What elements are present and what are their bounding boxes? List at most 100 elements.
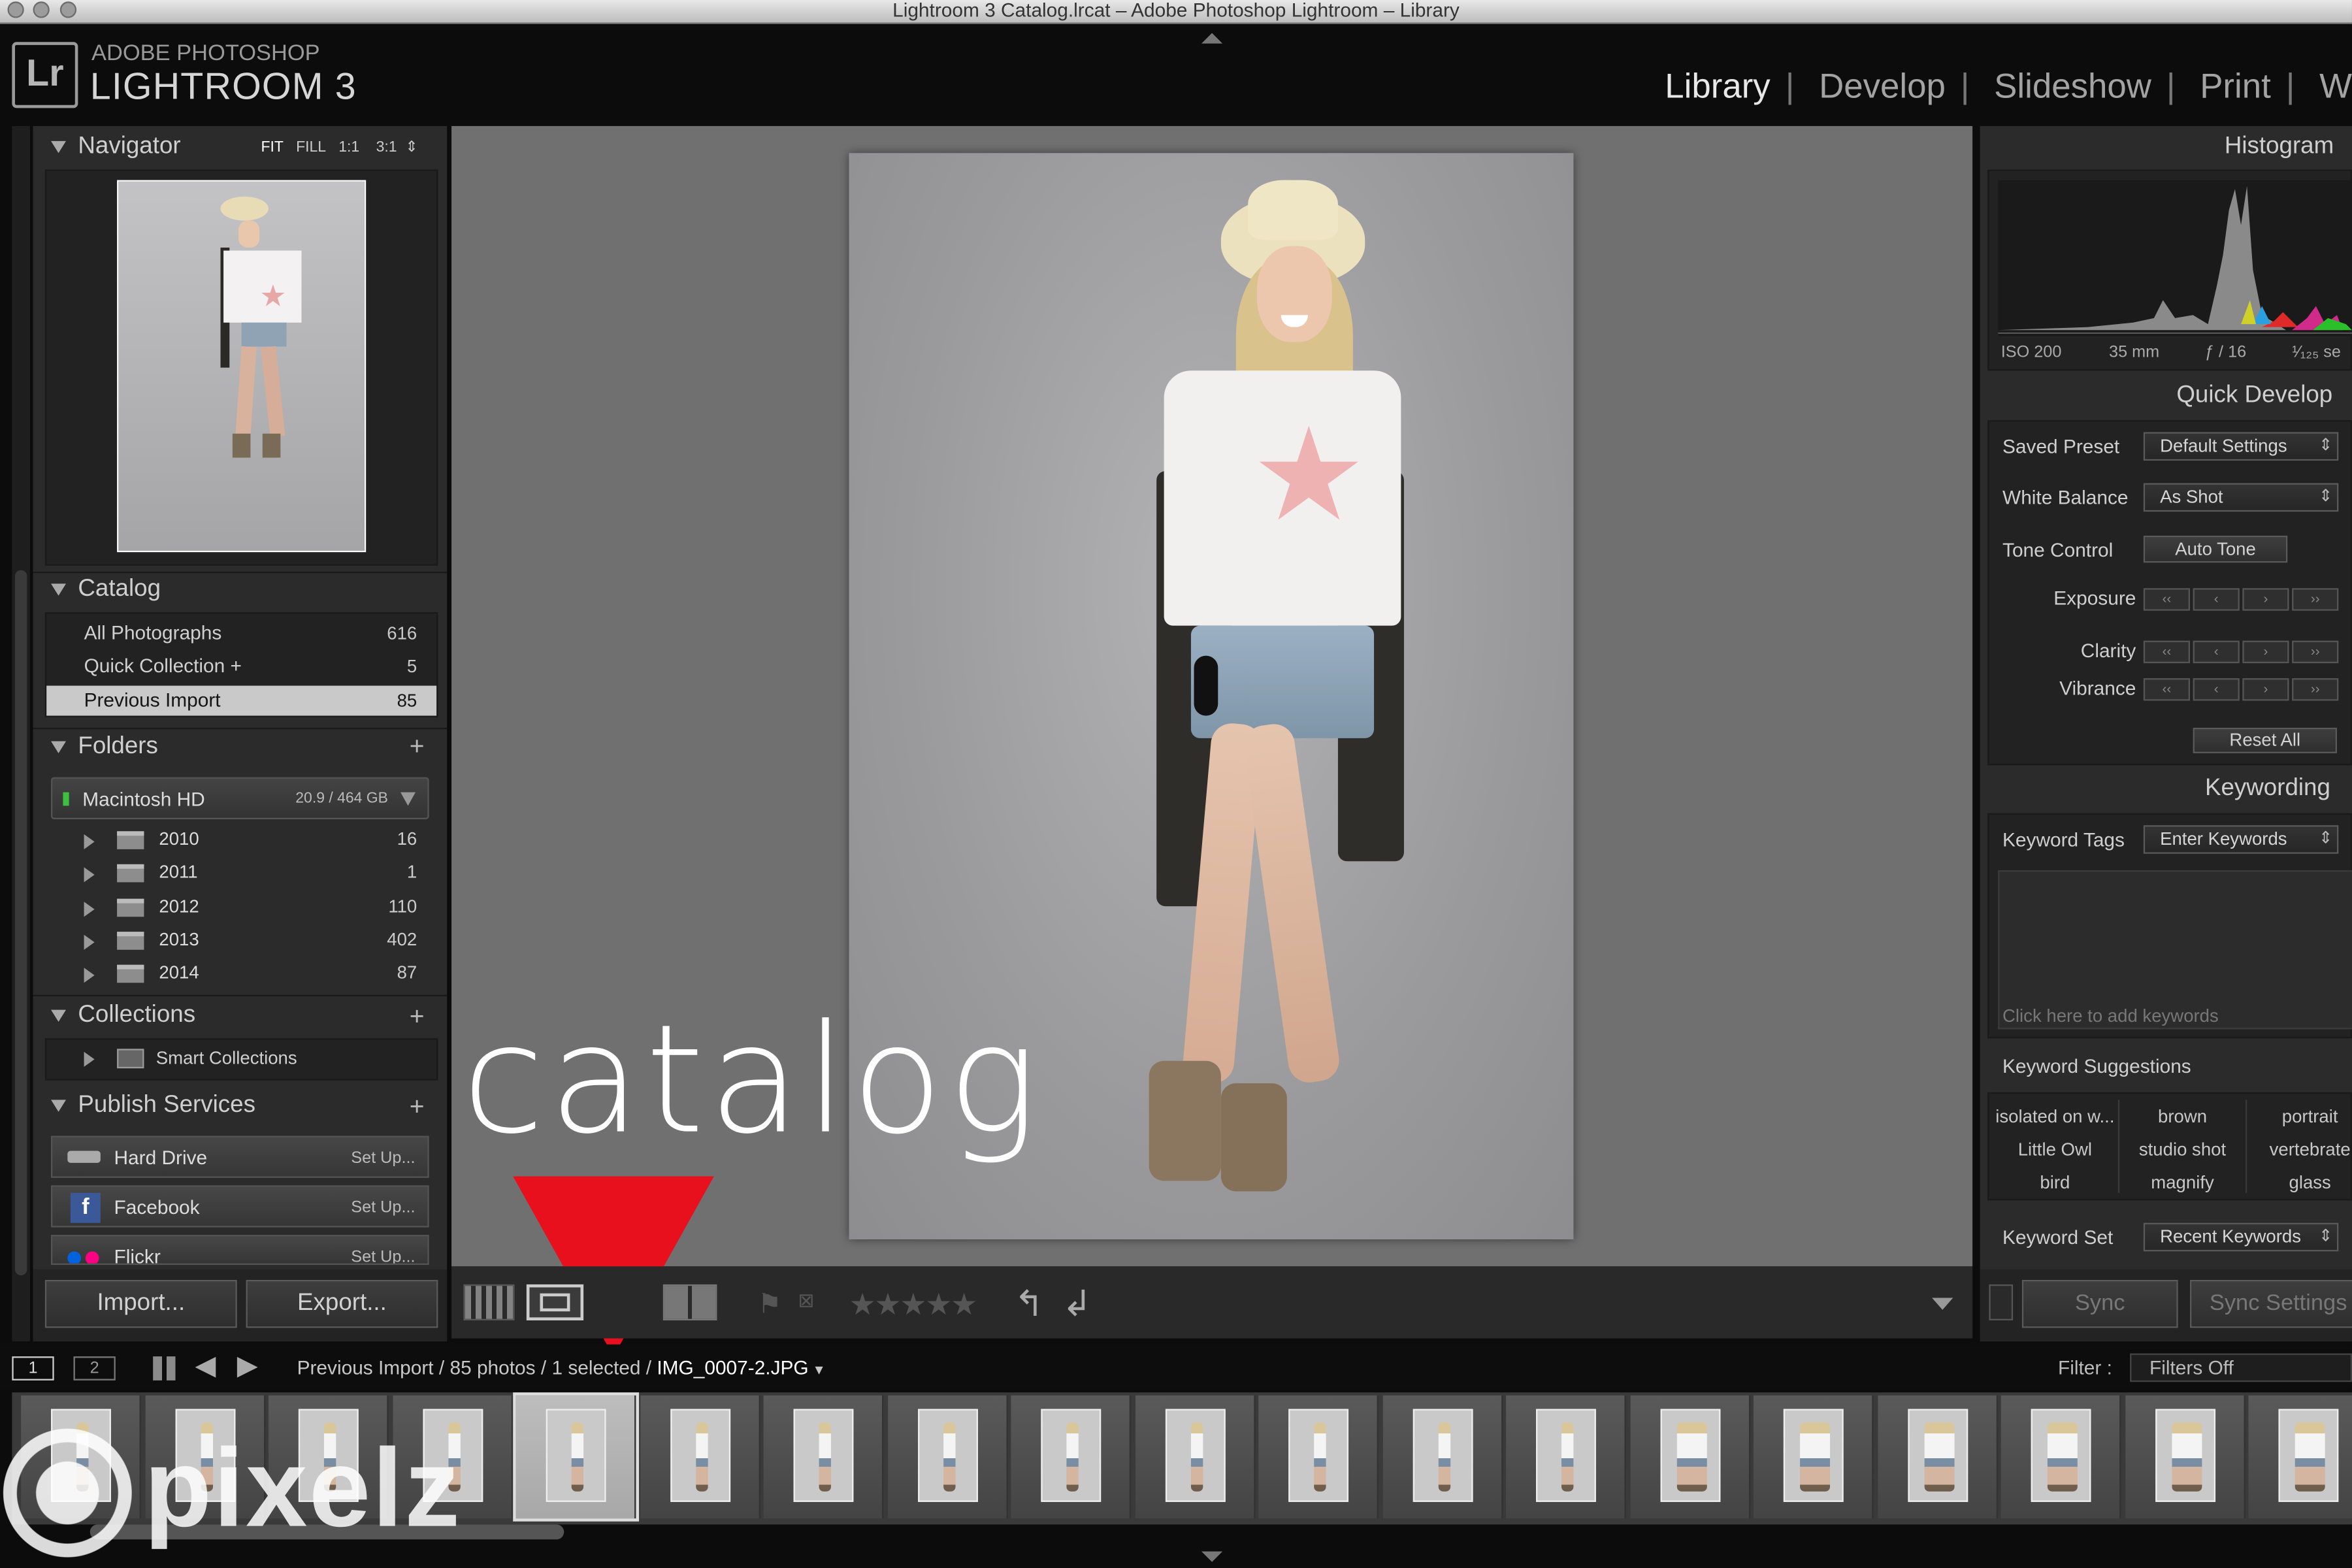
setup-link[interactable]: Set Up...	[351, 1149, 415, 1168]
filmstrip-thumbnail[interactable]	[1258, 1395, 1379, 1519]
zoom-stepper-icon[interactable]: ⇕	[405, 140, 417, 156]
filmstrip-thumbnail[interactable]	[2248, 1395, 2352, 1519]
catalog-header[interactable]: Catalog	[51, 576, 161, 603]
grid-view-icon[interactable]	[463, 1284, 515, 1321]
add-collection-icon[interactable]: +	[410, 1002, 425, 1032]
left-panel-scrollbar[interactable]	[14, 570, 27, 1276]
filmstrip-thumbnail[interactable]	[513, 1392, 640, 1522]
star-rating[interactable]: ★★★★★	[849, 1286, 977, 1323]
volume-menu-icon[interactable]	[400, 792, 416, 806]
setup-link[interactable]: Set Up...	[351, 1199, 415, 1217]
folder-row[interactable]: 2013 402	[45, 927, 438, 957]
filmstrip-thumbnail[interactable]	[2001, 1395, 2121, 1519]
collection-item-smart-collections[interactable]: Smart Collections	[156, 1047, 297, 1068]
expand-icon[interactable]	[84, 868, 95, 883]
sync-settings-button[interactable]: Sync Settings	[2190, 1279, 2352, 1328]
previous-arrow-icon[interactable]: ◀	[195, 1350, 216, 1382]
keyword-suggestion[interactable]: magnify	[2119, 1172, 2246, 1193]
top-panel-toggle-icon[interactable]	[1201, 33, 1223, 44]
import-button[interactable]: Import...	[44, 1279, 237, 1328]
folder-row[interactable]: 2011 1	[45, 860, 438, 890]
filter-select[interactable]: Filters Off	[2130, 1353, 2352, 1382]
filmstrip-thumbnail[interactable]	[2125, 1395, 2245, 1519]
keyword-entry-placeholder[interactable]: Click here to add keywords	[2002, 1005, 2219, 1026]
export-button[interactable]: Export...	[246, 1279, 438, 1328]
keyword-suggestion[interactable]: vertebrate	[2247, 1139, 2352, 1160]
filmstrip-thumbnail[interactable]	[1011, 1395, 1132, 1519]
filmstrip-thumbnail[interactable]	[1753, 1395, 1874, 1519]
keyword-suggestion[interactable]: brown	[2119, 1106, 2246, 1127]
keyword-suggestion[interactable]: bird	[1992, 1172, 2118, 1193]
filmstrip-thumbnail[interactable]	[1382, 1395, 1503, 1519]
filmstrip-thumbnail[interactable]	[887, 1395, 1007, 1519]
toolbar-menu-icon[interactable]	[1932, 1298, 1953, 1310]
filmstrip-thumbnail[interactable]	[1506, 1395, 1626, 1519]
expand-icon[interactable]	[84, 934, 95, 950]
publish-hard-drive[interactable]: Hard Drive Set Up...	[51, 1135, 429, 1178]
folder-row[interactable]: 2010 16	[45, 826, 438, 857]
saved-preset-select[interactable]: Default Settings	[2143, 432, 2339, 461]
breadcrumb-menu-icon[interactable]: ▼	[809, 1362, 825, 1377]
publish-flickr[interactable]: Flickr Set Up...	[51, 1235, 429, 1266]
zoom-1-1[interactable]: 1:1	[338, 140, 359, 156]
folders-header[interactable]: Folders	[51, 734, 158, 760]
keyword-tags-select[interactable]: Enter Keywords	[2143, 825, 2339, 854]
zoom-fill[interactable]: FILL	[296, 140, 326, 156]
module-web[interactable]: W	[2319, 66, 2352, 105]
zoom-3-1[interactable]: 3:1	[376, 140, 397, 156]
filmstrip-thumbnail[interactable]	[763, 1395, 884, 1519]
navigator-header[interactable]: Navigator	[51, 133, 181, 160]
navigator-preview[interactable]: ★	[44, 169, 438, 566]
auto-tone-button[interactable]: Auto Tone	[2143, 535, 2288, 563]
reset-all-button[interactable]: Reset All	[2193, 727, 2338, 753]
module-slideshow[interactable]: Slideshow	[1994, 66, 2151, 105]
publish-services-header[interactable]: Publish Services	[51, 1092, 255, 1119]
filmstrip-breadcrumb[interactable]: Previous Import / 85 photos / 1 selected…	[297, 1356, 826, 1379]
add-folder-icon[interactable]: +	[410, 732, 425, 762]
module-print[interactable]: Print	[2200, 66, 2271, 105]
keywording-title[interactable]: Keywording	[2205, 776, 2330, 802]
filmstrip-thumbnail[interactable]	[1877, 1395, 1997, 1519]
rotate-right-icon[interactable]: ↲	[1062, 1283, 1092, 1327]
volume-bar[interactable]: Macintosh HD 20.9 / 464 GB	[51, 777, 429, 819]
expand-icon[interactable]	[84, 834, 95, 849]
flag-icon[interactable]: ⚑	[757, 1289, 781, 1320]
keyword-set-select[interactable]: Recent Keywords	[2143, 1222, 2339, 1252]
loupe-view-icon[interactable]	[526, 1284, 584, 1321]
histogram-title[interactable]: Histogram	[2225, 133, 2334, 160]
setup-link[interactable]: Set Up...	[351, 1249, 415, 1264]
reject-flag-icon[interactable]: ⊠	[798, 1289, 814, 1313]
expand-icon[interactable]	[84, 968, 95, 983]
survey-view-icon[interactable]	[662, 1284, 717, 1321]
keyword-suggestion[interactable]: glass	[2247, 1172, 2352, 1193]
rotate-left-icon[interactable]: ↰	[1014, 1283, 1044, 1327]
filmstrip-thumbnail[interactable]	[1629, 1395, 1750, 1519]
keyword-suggestion[interactable]: isolated on w...	[1992, 1106, 2118, 1127]
publish-facebook[interactable]: f Facebook Set Up...	[51, 1185, 429, 1228]
next-arrow-icon[interactable]: ▶	[237, 1350, 258, 1382]
catalog-item-previous-import[interactable]: Previous Import	[84, 689, 221, 711]
exposure-stepper[interactable]: ‹‹ ‹ › ››	[2143, 588, 2342, 611]
keyword-suggestion[interactable]: Little Owl	[1992, 1139, 2118, 1160]
secondary-display-button[interactable]: 2	[73, 1356, 116, 1380]
filmstrip-toggle-icon[interactable]	[1201, 1551, 1223, 1562]
primary-display-button[interactable]: 1	[12, 1356, 54, 1380]
quick-develop-title[interactable]: Quick Develop	[2176, 383, 2332, 410]
vibrance-stepper[interactable]: ‹‹ ‹ › ››	[2143, 678, 2342, 701]
zoom-fit[interactable]: FIT	[261, 140, 283, 156]
module-develop[interactable]: Develop	[1819, 66, 1946, 105]
module-library[interactable]: Library	[1665, 66, 1770, 105]
sync-button[interactable]: Sync	[2021, 1279, 2178, 1328]
keyword-suggestion[interactable]: portrait	[2247, 1106, 2352, 1127]
collections-header[interactable]: Collections	[51, 1002, 195, 1029]
auto-sync-switch[interactable]	[1989, 1284, 2014, 1321]
filmstrip-thumbnail[interactable]	[1134, 1395, 1255, 1519]
histogram-graph[interactable]	[1998, 180, 2352, 336]
catalog-item-quick-collection[interactable]: Quick Collection +	[84, 654, 242, 676]
keyword-suggestions-title[interactable]: Keyword Suggestions	[2002, 1055, 2191, 1077]
keyword-suggestion[interactable]: studio shot	[2119, 1139, 2246, 1160]
catalog-item-all-photographs[interactable]: All Photographs	[84, 621, 222, 644]
grid-icon[interactable]	[153, 1356, 177, 1380]
expand-icon[interactable]	[84, 1051, 95, 1067]
folder-row[interactable]: 2014 87	[45, 960, 438, 990]
